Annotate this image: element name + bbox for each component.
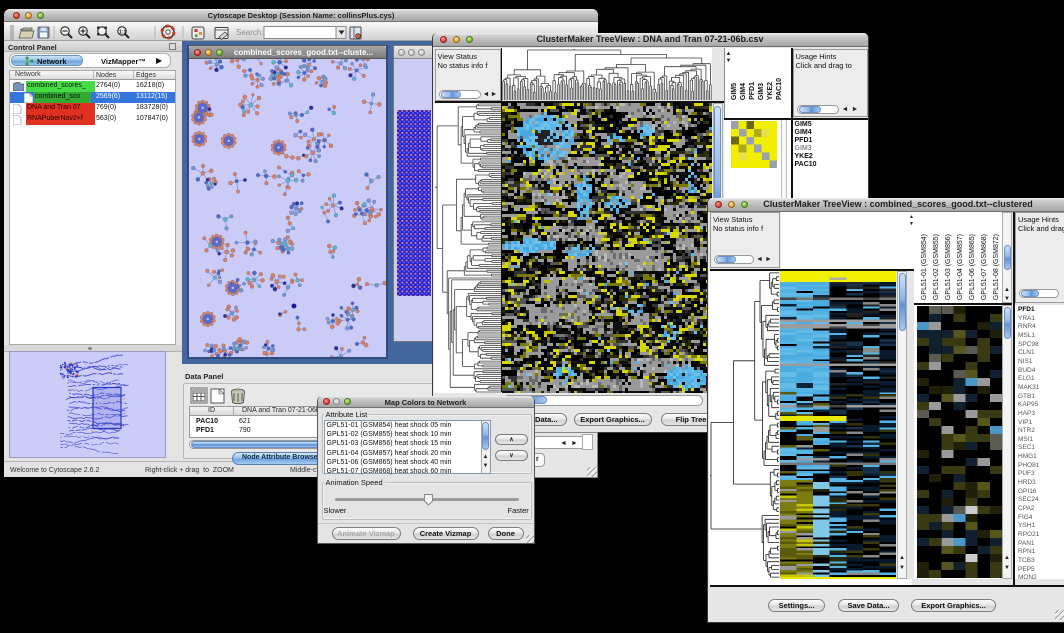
svg-text:Search:: Search:: [236, 28, 264, 37]
svg-text:1:1: 1:1: [119, 30, 126, 36]
